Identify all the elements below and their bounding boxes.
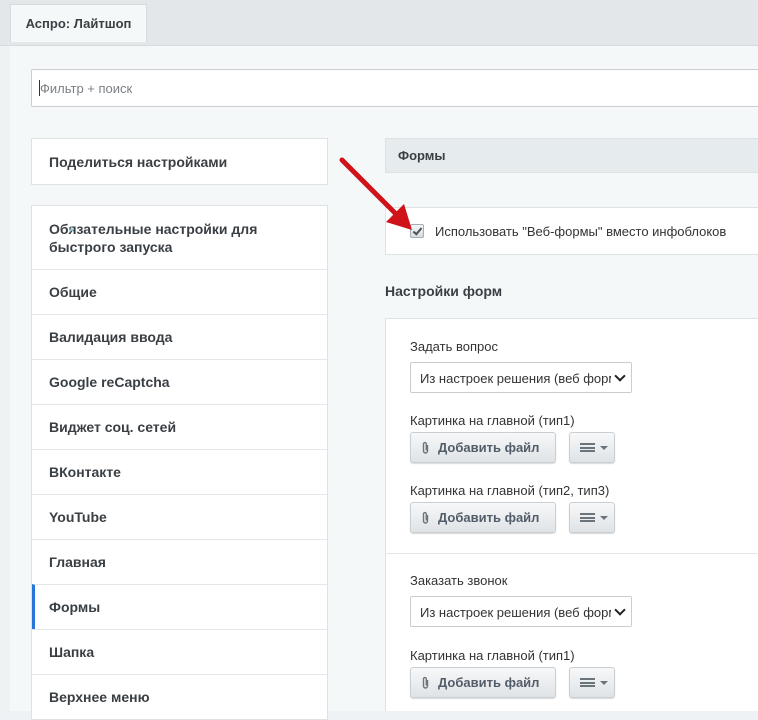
sidebar-menu: Обязательные настройки для быстрого запу… [31, 205, 328, 720]
menu-icon [580, 443, 595, 452]
paperclip-icon [422, 511, 429, 524]
dropdown-arrow-icon [600, 516, 608, 520]
image-type1-label: Картинка на главной (тип1) [410, 648, 575, 663]
ask-question-select[interactable]: Из настроек решения (веб формы) [410, 362, 632, 393]
sidebar-item-social-widget[interactable]: Виджет соц. сетей [32, 404, 327, 449]
sidebar-item-label: Google reCaptcha [49, 374, 170, 390]
sidebar-item-label: Формы [49, 599, 101, 615]
sidebar-item-label: Шапка [49, 644, 95, 660]
dropdown-arrow-icon [600, 446, 608, 450]
share-settings-button[interactable]: Поделиться настройками [31, 138, 328, 185]
sidebar-item-label: ВКонтакте [49, 464, 121, 480]
menu-icon [580, 513, 595, 522]
group-divider [386, 553, 758, 554]
add-file-label: Добавить файл [438, 675, 540, 690]
use-webforms-label[interactable]: Использовать "Веб-формы" вместо инфоблок… [435, 224, 726, 239]
image-type1-label: Картинка на главной (тип1) [410, 413, 575, 428]
sidebar-item-label: Валидация ввода [49, 329, 173, 345]
sidebar-item-vkontakte[interactable]: ВКонтакте [32, 449, 327, 494]
search-field[interactable] [31, 69, 758, 107]
dropdown-arrow-icon [600, 681, 608, 685]
red-arrow-annotation [339, 157, 412, 230]
sidebar-item-youtube[interactable]: YouTube [32, 494, 327, 539]
text-caret [39, 80, 40, 96]
section-title-forms: Формы [385, 138, 758, 173]
sidebar-item-label: Виджет соц. сетей [49, 419, 177, 435]
add-file-button[interactable]: Добавить файл [410, 502, 556, 533]
order-call-select[interactable]: Из настроек решения (веб формы) [410, 596, 632, 627]
sidebar-item-general[interactable]: Общие [32, 269, 327, 314]
chevron-down-icon [611, 597, 631, 626]
select-value: Из настроек решения (веб формы) [420, 605, 631, 620]
file-menu-button[interactable] [569, 502, 615, 533]
file-menu-button[interactable] [569, 432, 615, 463]
tab-aspro-lightshop[interactable]: Аспро: Лайтшоп [10, 4, 147, 42]
sidebar-item-header[interactable]: Шапка [32, 629, 327, 674]
sidebar-item-forms[interactable]: Формы [32, 584, 327, 629]
paperclip-icon [422, 441, 429, 454]
top-tab-bar: Аспро: Лайтшоп [0, 0, 758, 46]
sidebar-item-label: Верхнее меню [49, 689, 150, 705]
sidebar-item-required[interactable]: Обязательные настройки для быстрого запу… [32, 206, 327, 269]
sidebar-item-label: YouTube [49, 509, 107, 525]
menu-icon [580, 678, 595, 687]
sidebar-item-top-menu[interactable]: Верхнее меню [32, 674, 327, 719]
ask-question-label: Задать вопрос [410, 339, 498, 354]
order-call-label: Заказать звонок [410, 573, 508, 588]
add-file-label: Добавить файл [438, 510, 540, 525]
select-value: Из настроек решения (веб формы) [420, 371, 631, 386]
add-file-button[interactable]: Добавить файл [410, 432, 556, 463]
add-file-label: Добавить файл [438, 440, 540, 455]
form-settings-box: Задать вопрос Из настроек решения (веб ф… [385, 318, 758, 711]
sidebar-item-validation[interactable]: Валидация ввода [32, 314, 327, 359]
sidebar-item-label: Главная [49, 554, 106, 570]
paperclip-icon [422, 676, 429, 689]
form-settings-title: Настройки форм [385, 283, 503, 299]
sidebar-item-main[interactable]: Главная [32, 539, 327, 584]
add-file-button[interactable]: Добавить файл [410, 667, 556, 698]
sidebar-item-recaptcha[interactable]: Google reCaptcha [32, 359, 327, 404]
webforms-option: Использовать "Веб-формы" вместо инфоблок… [385, 207, 758, 255]
search-input[interactable] [32, 70, 758, 106]
chevron-down-icon [611, 363, 631, 392]
star-icon: * [69, 224, 75, 239]
sidebar-item-label: Общие [49, 284, 97, 300]
image-type2-label: Картинка на главной (тип2, тип3) [410, 483, 610, 498]
file-menu-button[interactable] [569, 667, 615, 698]
